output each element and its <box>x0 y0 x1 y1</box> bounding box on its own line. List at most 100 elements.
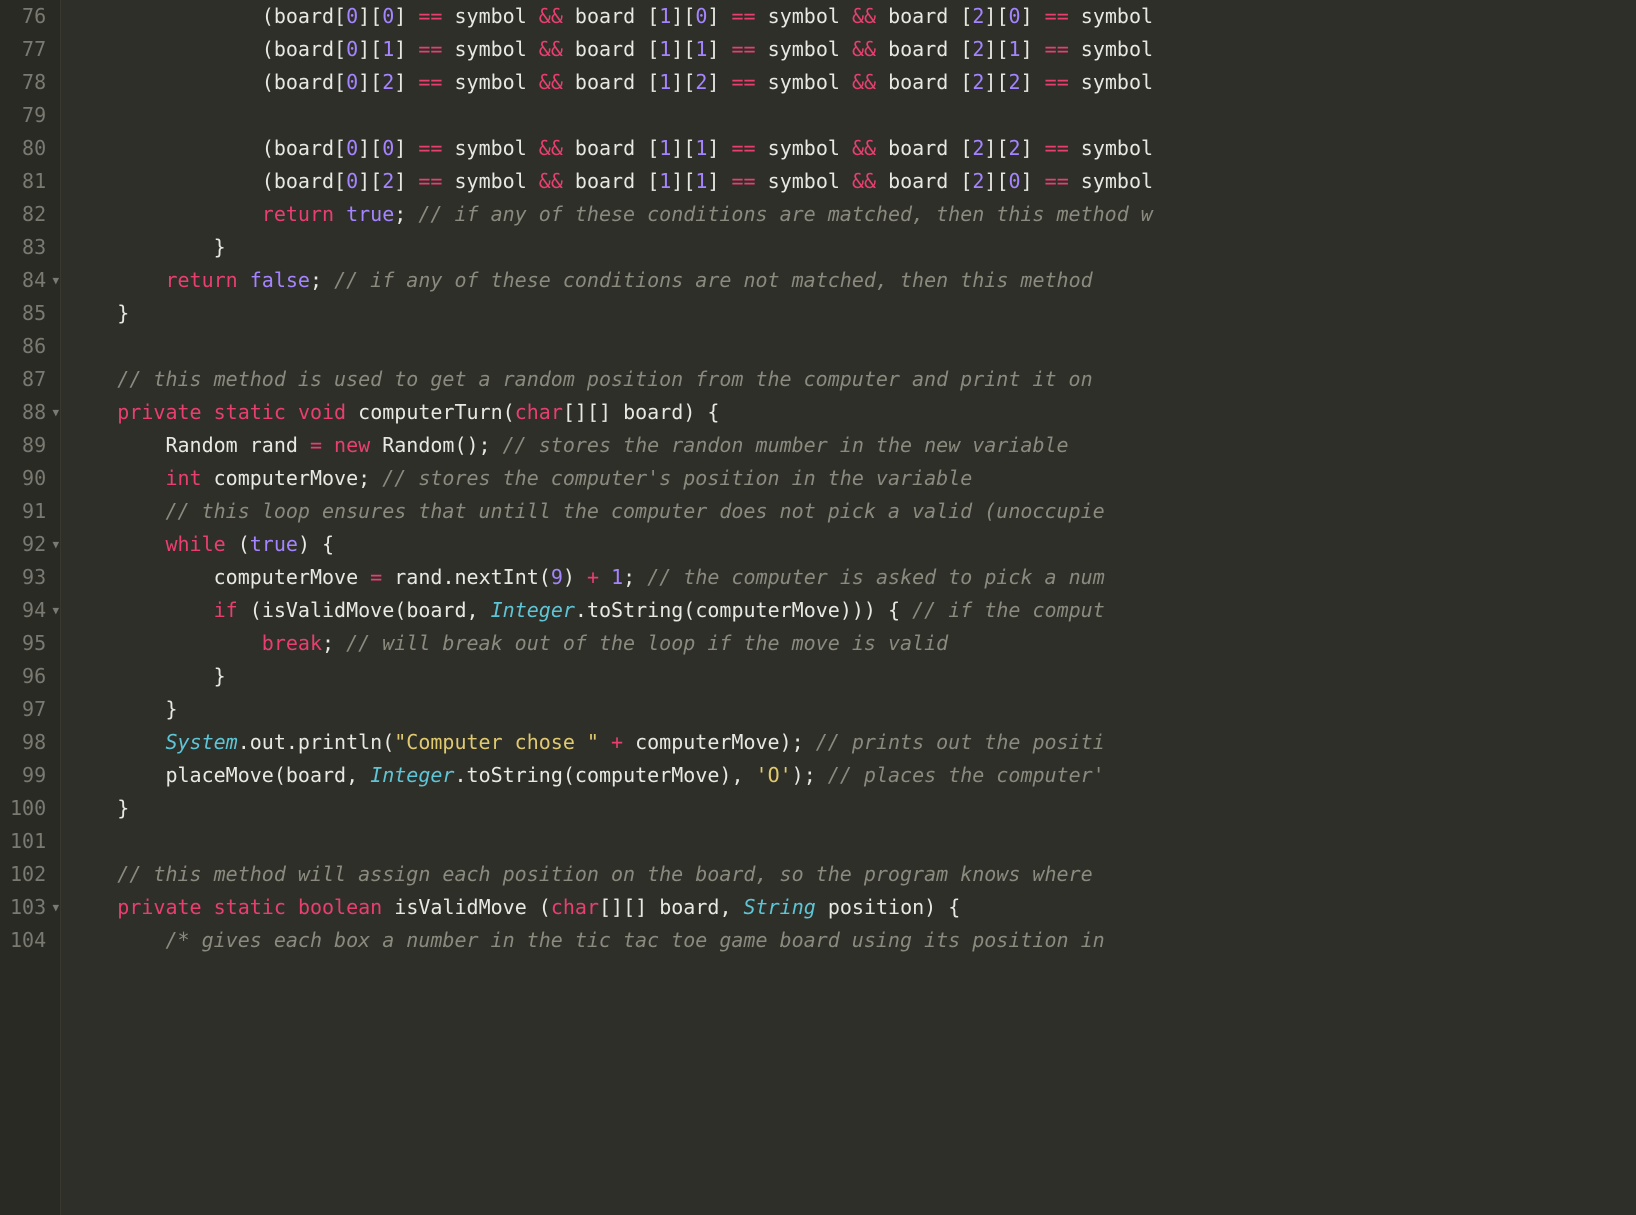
line-number: 86 <box>10 330 46 363</box>
line-number: 99 <box>10 759 46 792</box>
token-comment: // the computer is asked to pick a num <box>647 565 1105 589</box>
code-line[interactable]: computerMove = rand.nextInt(9) + 1; // t… <box>69 561 1636 594</box>
token-op: = <box>370 565 382 589</box>
code-line[interactable]: return false; // if any of these conditi… <box>69 264 1636 297</box>
code-line[interactable]: return true; // if any of these conditio… <box>69 198 1636 231</box>
token-paren: . <box>442 565 454 589</box>
token-ident: board <box>406 598 466 622</box>
code-line[interactable]: /* gives each box a number in the tic ta… <box>69 924 1636 957</box>
token-ident: rand <box>382 565 442 589</box>
line-number: 103▼ <box>10 891 46 924</box>
token-kw: if <box>214 598 238 622</box>
token-ident: board <box>876 169 960 193</box>
token-fn: isValidMove <box>394 895 526 919</box>
code-line[interactable]: } <box>69 297 1636 330</box>
code-line[interactable]: } <box>69 660 1636 693</box>
token-paren: ( <box>262 4 274 28</box>
token-paren: ) { <box>683 400 719 424</box>
token-fn: toString <box>467 763 563 787</box>
code-line[interactable]: break; // will break out of the loop if … <box>69 627 1636 660</box>
code-line[interactable]: // this loop ensures that untill the com… <box>69 495 1636 528</box>
line-number: 78 <box>10 66 46 99</box>
code-line[interactable]: (board[0][0] == symbol && board [1][1] =… <box>69 132 1636 165</box>
token-paren: ] <box>394 169 418 193</box>
token-ident: out <box>250 730 286 754</box>
token-num: 1 <box>382 37 394 61</box>
code-line[interactable]: System.out.println("Computer chose " + c… <box>69 726 1636 759</box>
code-line[interactable]: (board[0][1] == symbol && board [1][1] =… <box>69 33 1636 66</box>
line-number: 101 <box>10 825 46 858</box>
token-fn: toString <box>587 598 683 622</box>
code-line[interactable]: } <box>69 693 1636 726</box>
token-paren: ( <box>262 136 274 160</box>
fold-marker-icon[interactable]: ▼ <box>53 396 60 429</box>
token-paren: ][ <box>358 136 382 160</box>
token-comment: // this method is used to get a random p… <box>117 367 1104 391</box>
code-line[interactable]: // this method is used to get a random p… <box>69 363 1636 396</box>
token-num: 1 <box>659 4 671 28</box>
token-paren: ( <box>262 37 274 61</box>
token-paren: ; <box>623 565 647 589</box>
token-paren: ][ <box>671 169 695 193</box>
token-num: 0 <box>1009 4 1021 28</box>
token-paren: [ <box>647 4 659 28</box>
token-comment: // this method will assign each position… <box>117 862 1104 886</box>
code-line[interactable]: (board[0][2] == symbol && board [1][1] =… <box>69 165 1636 198</box>
code-editor[interactable]: 767778798081828384▼85868788▼89909192▼939… <box>0 0 1636 1215</box>
line-number: 82 <box>10 198 46 231</box>
token-kw: static <box>214 400 286 424</box>
token-kw: while <box>165 532 225 556</box>
code-line[interactable] <box>69 825 1636 858</box>
token-paren: ) <box>563 565 587 589</box>
code-area[interactable]: (board[0][0] == symbol && board [1][0] =… <box>61 0 1636 1215</box>
code-line[interactable]: private static boolean isValidMove (char… <box>69 891 1636 924</box>
token-kw: private <box>117 895 201 919</box>
token-ident <box>527 895 539 919</box>
token-num: 1 <box>659 37 671 61</box>
token-paren: ] <box>394 70 418 94</box>
token-kw: static <box>214 895 286 919</box>
fold-marker-icon[interactable]: ▼ <box>53 891 60 924</box>
token-op: == <box>732 70 756 94</box>
token-ident: symbol <box>442 70 538 94</box>
code-line[interactable] <box>69 330 1636 363</box>
line-number: 91 <box>10 495 46 528</box>
code-line[interactable]: // this method will assign each position… <box>69 858 1636 891</box>
code-line[interactable]: while (true) { <box>69 528 1636 561</box>
code-line[interactable]: if (isValidMove(board, Integer.toString(… <box>69 594 1636 627</box>
token-op: && <box>852 136 876 160</box>
token-fn: isValidMove <box>262 598 394 622</box>
token-num: 2 <box>695 70 707 94</box>
token-paren: ), <box>719 763 755 787</box>
token-num: 0 <box>1009 169 1021 193</box>
line-number: 92▼ <box>10 528 46 561</box>
code-line[interactable] <box>69 99 1636 132</box>
token-kw: char <box>551 895 599 919</box>
fold-marker-icon[interactable]: ▼ <box>53 264 60 297</box>
token-paren: ][ <box>984 4 1008 28</box>
token-ident: symbol <box>442 37 538 61</box>
token-paren: ][ <box>984 169 1008 193</box>
token-paren: ] <box>394 136 418 160</box>
token-kw: private <box>117 400 201 424</box>
token-paren: ] <box>707 37 731 61</box>
token-paren: ); <box>792 763 828 787</box>
token-paren: } <box>214 664 226 688</box>
fold-marker-icon[interactable]: ▼ <box>53 528 60 561</box>
code-line[interactable]: (board[0][0] == symbol && board [1][0] =… <box>69 0 1636 33</box>
token-paren: ( <box>250 598 262 622</box>
token-paren: . <box>286 730 298 754</box>
code-line[interactable]: } <box>69 792 1636 825</box>
code-line[interactable]: } <box>69 231 1636 264</box>
code-line[interactable]: int computerMove; // stores the computer… <box>69 462 1636 495</box>
fold-marker-icon[interactable]: ▼ <box>53 594 60 627</box>
code-line[interactable]: placeMove(board, Integer.toString(comput… <box>69 759 1636 792</box>
token-paren: } <box>165 697 177 721</box>
token-num: 2 <box>972 70 984 94</box>
code-line[interactable]: private static void computerTurn(char[][… <box>69 396 1636 429</box>
token-comment: // if any of these conditions are matche… <box>418 202 1153 226</box>
code-line[interactable]: Random rand = new Random(); // stores th… <box>69 429 1636 462</box>
token-ident: computerMove <box>202 466 359 490</box>
token-ident: board <box>286 763 346 787</box>
code-line[interactable]: (board[0][2] == symbol && board [1][2] =… <box>69 66 1636 99</box>
